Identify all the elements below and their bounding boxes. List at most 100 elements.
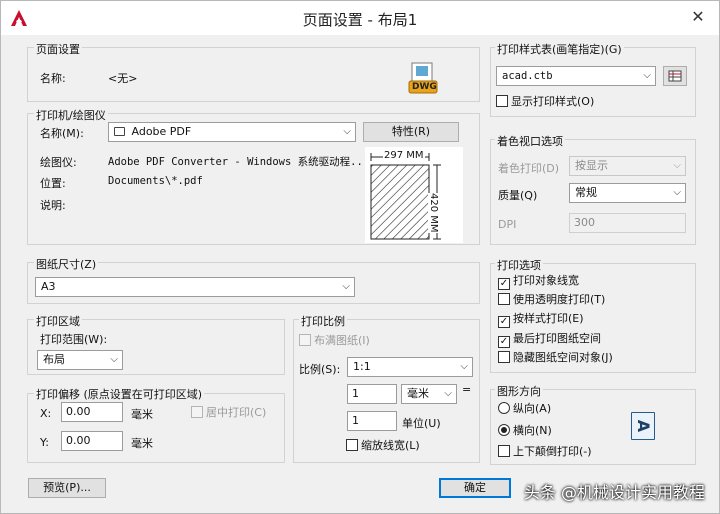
plot-option-box-3: ✓ bbox=[498, 336, 510, 348]
drawing-orientation-title: 图形方向 bbox=[495, 383, 543, 399]
scale-units-label: 单位(U) bbox=[402, 417, 441, 430]
center-plot-box bbox=[191, 406, 203, 418]
offset-y-input[interactable]: 0.00 bbox=[61, 431, 123, 451]
paper-size-select[interactable]: A3 ⌵ bbox=[35, 277, 355, 297]
plot-scale-group-title: 打印比例 bbox=[299, 313, 347, 329]
close-button[interactable]: ✕ bbox=[685, 7, 711, 27]
description-label: 说明: bbox=[40, 199, 66, 212]
properties-button[interactable]: 特性(R) bbox=[363, 122, 459, 142]
printer-group-title: 打印机/绘图仪 bbox=[34, 107, 108, 123]
printer-icon bbox=[114, 127, 125, 136]
scale-value1-input[interactable]: 1 bbox=[347, 384, 397, 404]
plot-range-select[interactable]: 布局 ⌵ bbox=[37, 350, 123, 370]
title-bar: 页面设置 - 布局1 ✕ bbox=[1, 1, 719, 35]
fit-to-paper-checkbox[interactable]: 布满图纸(I) bbox=[299, 334, 370, 350]
plot-option-label-0: 打印对象线宽 bbox=[513, 274, 579, 287]
offset-x-unit: 毫米 bbox=[131, 408, 153, 421]
shaded-viewport-title: 着色视口选项 bbox=[495, 133, 565, 149]
scale-value2-input[interactable]: 1 bbox=[347, 411, 397, 431]
scale-select[interactable]: 1:1 ⌵ bbox=[347, 357, 473, 377]
scale-unit-value: 毫米 bbox=[407, 387, 429, 400]
plot-option-box-4 bbox=[498, 351, 510, 363]
chevron-down-icon: ⌵ bbox=[460, 361, 468, 372]
chevron-down-icon: ⌵ bbox=[343, 126, 351, 137]
center-plot-label: 居中打印(C) bbox=[206, 406, 267, 419]
upside-down-checkbox[interactable]: 上下颠倒打印(-) bbox=[498, 445, 592, 461]
plot-offset-group-title: 打印偏移 (原点设置在可打印区域) bbox=[34, 386, 205, 402]
plot-paperspace-last-checkbox[interactable]: ✓ 最后打印图纸空间 bbox=[498, 332, 601, 348]
page-setup-dialog: 页面设置 - 布局1 ✕ 页面设置 名称: <无> DWG 打印机/绘图仪 名称… bbox=[0, 0, 720, 514]
scale-unit-select[interactable]: 毫米 ⌵ bbox=[401, 384, 457, 404]
paper-size-value: A3 bbox=[41, 280, 56, 293]
edit-table-icon bbox=[668, 70, 682, 82]
dwg-badge-text: DWG bbox=[412, 82, 437, 92]
location-label: 位置: bbox=[40, 177, 66, 190]
shade-plot-label: 着色打印(D) bbox=[498, 162, 560, 175]
fit-to-paper-box bbox=[299, 334, 311, 346]
window-title: 页面设置 - 布局1 bbox=[302, 11, 418, 29]
display-plot-styles-box bbox=[496, 95, 508, 107]
chevron-down-icon: ⌵ bbox=[673, 187, 681, 198]
watermark-text: 头条 @机械设计实用教程 bbox=[523, 483, 705, 502]
ok-button[interactable]: 确定 bbox=[439, 478, 511, 498]
dpi-input[interactable]: 300 bbox=[569, 213, 686, 233]
fit-to-paper-label: 布满图纸(I) bbox=[314, 334, 370, 347]
plot-object-lineweights-checkbox[interactable]: ✓ 打印对象线宽 bbox=[498, 274, 579, 290]
plot-style-table-value: acad.ctb bbox=[502, 70, 553, 82]
portrait-label: 纵向(A) bbox=[513, 402, 552, 415]
offset-y-unit: 毫米 bbox=[131, 437, 153, 450]
scale-lineweights-box bbox=[346, 439, 358, 451]
dpi-label: DPI bbox=[498, 218, 517, 231]
shade-plot-value: 按显示 bbox=[575, 159, 608, 172]
portrait-radio-circle bbox=[498, 402, 510, 414]
edit-plot-style-button[interactable] bbox=[663, 66, 687, 86]
landscape-orientation-icon: A bbox=[631, 412, 655, 440]
plot-range-value: 布局 bbox=[43, 353, 65, 366]
scale-lineweights-checkbox[interactable]: 缩放线宽(L) bbox=[346, 439, 420, 455]
quality-select[interactable]: 常规 ⌵ bbox=[569, 183, 686, 203]
quality-value: 常规 bbox=[575, 186, 597, 199]
orientation-glyph: A bbox=[633, 419, 653, 433]
offset-y-label: Y: bbox=[40, 436, 49, 449]
plotter-value: Adobe PDF Converter - Windows 系统驱动程... bbox=[108, 156, 370, 168]
plot-style-table-select[interactable]: acad.ctb ⌵ bbox=[496, 66, 656, 86]
plot-option-label-2: 按样式打印(E) bbox=[513, 312, 584, 325]
printer-name-value: Adobe PDF bbox=[131, 125, 192, 138]
center-plot-checkbox[interactable]: 居中打印(C) bbox=[191, 406, 266, 422]
plot-range-label: 打印范围(W): bbox=[40, 333, 108, 346]
paper-size-group-title: 图纸尺寸(Z) bbox=[34, 256, 99, 272]
printer-name-label: 名称(M): bbox=[40, 127, 84, 140]
paper-width-label: 297 MM bbox=[383, 150, 425, 161]
scale-label: 比例(S): bbox=[299, 363, 341, 376]
upside-down-label: 上下颠倒打印(-) bbox=[513, 445, 592, 458]
portrait-radio[interactable]: 纵向(A) bbox=[498, 402, 551, 418]
page-setup-group-title: 页面设置 bbox=[34, 41, 82, 57]
printer-name-select[interactable]: Adobe PDF ⌵ bbox=[108, 122, 356, 142]
chevron-down-icon: ⌵ bbox=[110, 354, 118, 365]
upside-down-box bbox=[498, 445, 510, 457]
display-plot-styles-checkbox[interactable]: 显示打印样式(O) bbox=[496, 95, 594, 111]
offset-x-input[interactable]: 0.00 bbox=[61, 402, 123, 422]
plot-option-box-0: ✓ bbox=[498, 278, 510, 290]
plot-option-label-1: 使用透明度打印(T) bbox=[513, 293, 606, 306]
hide-paperspace-objects-checkbox[interactable]: 隐藏图纸空间对象(J) bbox=[498, 351, 613, 367]
chevron-down-icon: ⌵ bbox=[643, 70, 651, 81]
plot-option-label-3: 最后打印图纸空间 bbox=[513, 332, 601, 345]
landscape-radio-circle bbox=[498, 424, 510, 436]
plot-with-styles-checkbox[interactable]: ✓ 按样式打印(E) bbox=[498, 312, 584, 328]
page-setup-name-label: 名称: bbox=[40, 72, 66, 85]
shade-plot-select[interactable]: 按显示 ⌵ bbox=[569, 156, 686, 176]
plotter-label: 绘图仪: bbox=[40, 156, 77, 169]
plot-transparency-checkbox[interactable]: 使用透明度打印(T) bbox=[498, 293, 605, 309]
chevron-down-icon: ⌵ bbox=[342, 281, 350, 292]
equals-sign: = bbox=[462, 383, 472, 396]
location-value: Documents\*.pdf bbox=[108, 175, 203, 187]
paper-preview: 297 MM 420 MM bbox=[365, 147, 463, 243]
plot-option-label-4: 隐藏图纸空间对象(J) bbox=[513, 351, 613, 364]
preview-button[interactable]: 预览(P)... bbox=[28, 478, 106, 498]
chevron-down-icon: ⌵ bbox=[673, 160, 681, 171]
plot-option-box-2: ✓ bbox=[498, 316, 510, 328]
landscape-radio[interactable]: 横向(N) bbox=[498, 424, 552, 440]
paper-height-label: 420 MM bbox=[428, 193, 439, 233]
offset-x-label: X: bbox=[40, 407, 52, 420]
